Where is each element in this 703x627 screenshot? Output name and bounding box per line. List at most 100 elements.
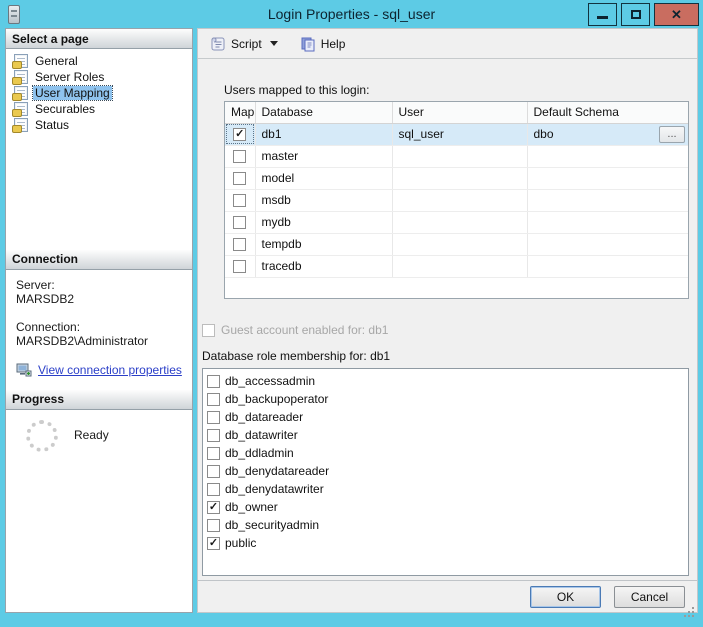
dropdown-arrow-icon [269,41,278,46]
user-cell[interactable] [392,189,528,212]
user-cell[interactable] [392,211,528,234]
ok-button[interactable]: OK [530,585,601,608]
role-checkbox[interactable] [207,464,220,478]
column-header-default-schema[interactable]: Default Schema [527,102,688,124]
map-checkbox[interactable] [233,150,247,164]
user-mapping-page: Users mapped to this login: Map Database U… [198,59,697,580]
table-row-model[interactable]: model [225,167,688,190]
user-cell[interactable] [392,167,528,190]
role-item-db-ddladmin[interactable]: db_ddladmin [207,444,688,462]
maximize-icon [630,10,641,19]
user-cell[interactable] [392,233,528,256]
user-cell[interactable] [392,255,528,278]
schema-cell[interactable]: dbo... [527,123,688,146]
role-item-db-securityadmin[interactable]: db_securityadmin [207,516,688,534]
role-checkbox[interactable] [207,392,220,406]
sidebar-item-status[interactable]: Status [8,117,190,133]
user-cell[interactable] [392,145,528,168]
map-checkbox[interactable] [233,260,247,274]
role-checkbox[interactable] [207,446,220,460]
database-cell[interactable]: master [255,145,393,168]
role-item-db-denydatareader[interactable]: db_denydatareader [207,462,688,480]
role-checkbox[interactable] [207,518,220,532]
table-row-tempdb[interactable]: tempdb [225,233,688,256]
database-cell[interactable]: msdb [255,189,393,212]
role-item-db-accessadmin[interactable]: db_accessadmin [207,372,688,390]
connection-label: Connection: [16,319,81,334]
progress-panel: Ready [6,410,192,613]
role-checkbox[interactable] [207,482,220,496]
role-checkbox[interactable]: ✓ [207,500,220,514]
minimize-icon [597,16,608,19]
role-item-db-denydatawriter[interactable]: db_denydatawriter [207,480,688,498]
column-header-database[interactable]: Database [255,102,393,124]
schema-cell[interactable] [527,145,688,168]
page-key-icon [12,118,28,133]
page-list: General Server Roles User Mapping Securable… [6,49,192,250]
role-item-db-datawriter[interactable]: db_datawriter [207,426,688,444]
roles-list: db_accessadmin db_backupoperator db_datare… [202,368,689,576]
role-item-db-owner[interactable]: ✓ db_owner [207,498,688,516]
role-label: db_datareader [225,410,304,424]
sidebar: Select a page General Server Roles User Ma… [5,28,193,613]
role-checkbox[interactable] [207,428,220,442]
schema-cell[interactable] [527,189,688,212]
user-cell[interactable]: sql_user [392,123,528,146]
cancel-button[interactable]: Cancel [614,585,685,608]
sidebar-item-label: General [35,54,78,68]
database-cell[interactable]: mydb [255,211,393,234]
role-item-public[interactable]: ✓ public [207,534,688,552]
map-checkbox[interactable] [233,194,247,208]
database-cell[interactable]: db1 [255,123,393,146]
role-label: db_accessadmin [225,374,316,388]
page-key-icon [12,102,28,117]
column-header-user[interactable]: User [392,102,528,124]
minimize-button[interactable] [588,3,617,26]
map-checkbox[interactable]: ✓ [233,128,247,142]
script-icon [210,36,226,52]
help-button[interactable]: Help [296,34,350,54]
sidebar-item-securables[interactable]: Securables [8,101,190,117]
database-cell[interactable]: model [255,167,393,190]
table-row-master[interactable]: master [225,145,688,168]
resize-grip[interactable] [692,607,694,609]
connection-panel: Server: MARSDB2 Connection: MARSDB2\Admi… [6,270,192,390]
role-checkbox[interactable] [207,410,220,424]
role-checkbox[interactable]: ✓ [207,536,220,550]
dialog-footer: OK Cancel [198,580,697,612]
role-checkbox[interactable] [207,374,220,388]
map-checkbox[interactable] [233,172,247,186]
sidebar-item-label: Status [35,118,70,132]
sidebar-item-general[interactable]: General [8,53,190,69]
map-checkbox[interactable] [233,216,247,230]
table-row-msdb[interactable]: msdb [225,189,688,212]
database-cell[interactable]: tracedb [255,255,393,278]
map-checkbox[interactable] [233,238,247,252]
server-app-icon [8,4,20,24]
guest-account-checkbox [202,323,215,337]
help-button-label: Help [320,36,346,51]
schema-cell[interactable] [527,167,688,190]
users-table-body: ✓ db1 sql_user dbo... master model msdb mydb tem… [225,123,688,278]
schema-cell[interactable] [527,255,688,278]
role-item-db-backupoperator[interactable]: db_backupoperator [207,390,688,408]
close-button[interactable]: ✕ [654,3,699,26]
close-icon: ✕ [671,7,682,22]
sidebar-item-user-mapping[interactable]: User Mapping [8,85,190,101]
browse-schema-button[interactable]: ... [659,125,685,143]
schema-cell[interactable] [527,211,688,234]
page-key-icon [12,54,28,69]
maximize-button[interactable] [621,3,650,26]
sidebar-item-server-roles[interactable]: Server Roles [8,69,190,85]
role-item-db-datareader[interactable]: db_datareader [207,408,688,426]
table-row-tracedb[interactable]: tracedb [225,255,688,278]
script-button[interactable]: Script [206,34,282,54]
table-row-db1[interactable]: ✓ db1 sql_user dbo... [225,123,688,146]
database-cell[interactable]: tempdb [255,233,393,256]
table-row-mydb[interactable]: mydb [225,211,688,234]
view-connection-properties-link[interactable]: View connection properties [38,363,182,377]
title-bar[interactable]: Login Properties - sql_user ✕ [0,0,703,28]
column-header-map[interactable]: Map [225,102,256,124]
schema-cell[interactable] [527,233,688,256]
help-icon [300,36,316,52]
